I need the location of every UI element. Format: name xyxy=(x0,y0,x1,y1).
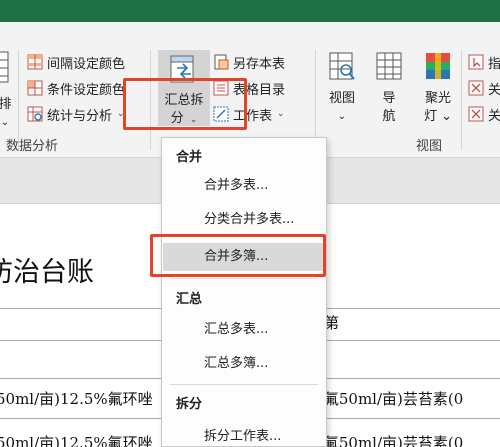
grid-color-icon xyxy=(27,54,43,70)
left-partial-label: 排 xyxy=(0,97,12,112)
navigation-icon xyxy=(376,52,402,80)
chevron-down-icon: ⌄ xyxy=(0,117,10,128)
sort-icon xyxy=(0,51,9,83)
menu-item-summary-sheets[interactable]: 汇总多表... xyxy=(163,316,325,344)
table-row-right[interactable]: (氟50ml/亩)芸苔素(0 xyxy=(318,432,463,447)
title-bar xyxy=(0,0,500,22)
menu-item-summary-workbooks[interactable]: 汇总多簿... xyxy=(163,350,325,378)
menu-item-category-merge-sheets[interactable]: 分类合并多表... xyxy=(163,206,325,234)
close-box-icon xyxy=(468,106,484,122)
view-button[interactable]: 视图 ⌄ xyxy=(322,50,362,126)
chevron-down-icon: ⌄ xyxy=(337,111,347,122)
statistics-label: 统计与分析 xyxy=(47,108,113,124)
analysis-group-label: 数据分析 xyxy=(6,139,59,154)
highlight-summarize-split xyxy=(123,78,247,130)
right-partial-label-3: 关 xyxy=(488,108,500,124)
navigation-button[interactable]: 导 航 xyxy=(369,50,409,126)
chevron-down-icon: ⌄ xyxy=(277,109,285,119)
view-label: 视图 xyxy=(328,91,355,106)
statistics-analysis-button[interactable]: 统计与分析 ⌄ xyxy=(27,104,125,124)
spotlight-label-line1: 聚光 xyxy=(424,91,451,106)
menu-separator xyxy=(170,278,318,279)
navigation-label-line2: 航 xyxy=(382,109,396,124)
pointer-icon xyxy=(468,54,484,70)
menu-section-summary: 汇总 xyxy=(176,292,203,307)
conditional-color-icon xyxy=(27,80,43,96)
menu-item-split-worksheet[interactable]: 拆分工作表... xyxy=(163,423,325,447)
interval-color-button[interactable]: 间隔设定颜色 xyxy=(27,52,125,72)
table-row-left[interactable]: 50ml/亩)12.5%氟环唑 xyxy=(0,388,153,409)
conditional-color-label: 条件设定颜色 xyxy=(47,82,126,98)
right-partial-item-2[interactable]: 关 xyxy=(468,78,500,98)
right-partial-item-3[interactable]: 关 xyxy=(468,104,500,124)
ribbon-separator xyxy=(315,50,316,150)
close-box-icon xyxy=(468,80,484,96)
spotlight-icon xyxy=(426,53,450,79)
table-row-left[interactable]: 50ml/亩)12.5%氟环唑 xyxy=(0,432,153,447)
ribbon-separator xyxy=(461,50,462,150)
menu-section-split: 拆分 xyxy=(176,397,203,412)
save-copy-button[interactable]: 另存本表 xyxy=(213,52,285,72)
navigation-label-line1: 导 xyxy=(382,91,396,106)
table-row-right[interactable]: (氟50ml/亩)芸苔素(0 xyxy=(318,388,463,409)
view-icon xyxy=(329,52,355,80)
spotlight-button[interactable]: 聚光 灯 ⌄ xyxy=(418,50,458,126)
right-partial-label-1: 指 xyxy=(488,56,500,72)
right-partial-label-2: 关 xyxy=(488,82,500,98)
interval-color-label: 间隔设定颜色 xyxy=(47,56,126,72)
save-copy-icon xyxy=(214,54,229,70)
spotlight-label-line2: 灯 ⌄ xyxy=(423,109,453,124)
statistics-icon xyxy=(27,106,43,122)
right-partial-item-1[interactable]: 指 xyxy=(468,52,500,72)
highlight-merge-workbooks xyxy=(150,234,326,277)
sheet-title: 防治台账 xyxy=(0,257,94,288)
menu-separator xyxy=(170,384,318,385)
conditional-color-button[interactable]: 条件设定颜色 xyxy=(27,78,125,98)
summarize-split-menu: 合并 合并多表... 分类合并多表... 合并多簿... 汇总 汇总多表... … xyxy=(161,137,327,447)
view-group-label: 视图 xyxy=(416,139,443,154)
menu-section-merge: 合并 xyxy=(176,150,203,165)
save-copy-label: 另存本表 xyxy=(233,56,286,72)
left-partial-button[interactable]: 排 ⌄ xyxy=(0,48,16,132)
menu-item-merge-sheets[interactable]: 合并多表... xyxy=(163,172,325,200)
